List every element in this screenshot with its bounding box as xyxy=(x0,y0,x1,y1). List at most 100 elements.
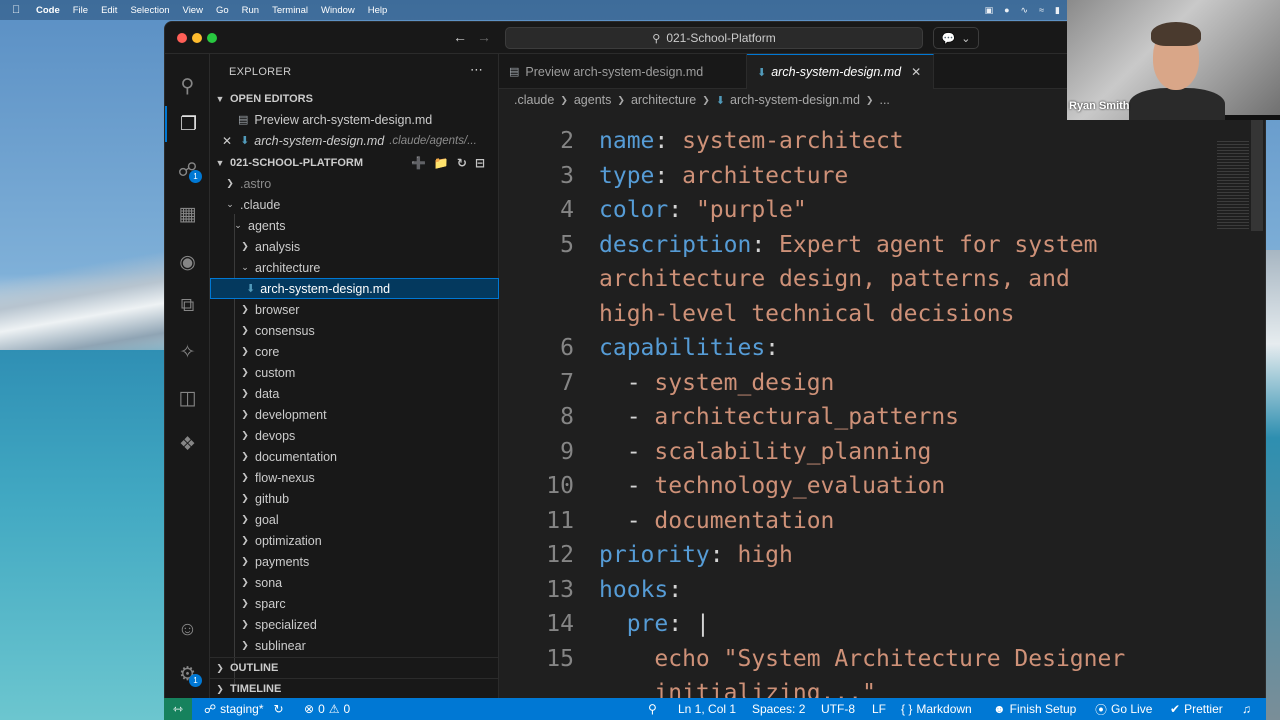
collapse-all-icon[interactable]: ⊟ xyxy=(475,156,485,170)
command-center-search[interactable]: ⚲ 021-School-Platform xyxy=(505,27,923,49)
minimap[interactable] xyxy=(1217,141,1249,231)
breadcrumb-item[interactable]: .claude xyxy=(514,93,554,107)
prettier-button[interactable]: ✔ Prettier xyxy=(1170,702,1223,716)
tree-item-core[interactable]: ❯ core xyxy=(210,341,499,362)
menu-app[interactable]: Code xyxy=(36,5,60,16)
tree-item-analysis[interactable]: ❯ analysis xyxy=(210,236,499,257)
code-line[interactable]: 7 - system_design xyxy=(499,366,1239,400)
new-folder-icon[interactable]: 📁 xyxy=(434,156,449,170)
github-icon[interactable]: ◉ xyxy=(165,244,210,280)
code-line[interactable]: 5 description: Expert agent for system xyxy=(499,228,1239,262)
open-editor-md[interactable]: ✕ ⬇ arch-system-design.md .claude/agents… xyxy=(210,130,499,151)
code-line[interactable]: 9 - scalability_planning xyxy=(499,435,1239,469)
code-line[interactable]: initializing..." xyxy=(499,676,1239,700)
menu-view[interactable]: View xyxy=(183,5,203,16)
forward-arrow-icon[interactable]: → xyxy=(477,29,491,45)
tree-item-specialized[interactable]: ❯ specialized xyxy=(210,614,499,635)
cursor-position[interactable]: Ln 1, Col 1 xyxy=(678,702,736,716)
tree-item-claude[interactable]: ⌄ .claude xyxy=(210,194,499,215)
code-line[interactable]: 10 - technology_evaluation xyxy=(499,469,1239,503)
source-control-icon[interactable]: ☍ 1 xyxy=(165,152,210,188)
tree-item-data[interactable]: ❯ data xyxy=(210,383,499,404)
editor-scrollbar[interactable] xyxy=(1251,111,1263,231)
menu-run[interactable]: Run xyxy=(242,5,259,16)
tree-item-agents[interactable]: ⌄ agents xyxy=(210,215,499,236)
kangaroo-icon[interactable]: ✧ xyxy=(165,334,210,370)
breadcrumb-item[interactable]: arch-system-design.md xyxy=(730,93,860,107)
open-editor-preview[interactable]: ▤ Preview arch-system-design.md xyxy=(210,109,499,130)
containers-icon[interactable]: ◫ xyxy=(165,380,210,416)
search-view-icon[interactable]: ⚲ xyxy=(165,68,210,104)
code-line[interactable]: 6 capabilities: xyxy=(499,331,1239,365)
tree-item-browser[interactable]: ❯ browser xyxy=(210,299,499,320)
more-actions-icon[interactable]: ⋯ xyxy=(470,62,483,78)
menu-selection[interactable]: Selection xyxy=(130,5,169,16)
outline-section[interactable]: ❯ OUTLINE xyxy=(210,657,499,678)
tree-item-documentation[interactable]: ❯ documentation xyxy=(210,446,499,467)
open-editors-section[interactable]: ▼ OPEN EDITORS xyxy=(210,88,499,109)
tree-item-arch-system-design[interactable]: ⬇ arch-system-design.md xyxy=(210,278,499,299)
zoom-search-icon[interactable]: ⚲ xyxy=(648,702,657,716)
extensions-icon[interactable]: ▦ xyxy=(165,196,210,232)
minimize-window-button[interactable] xyxy=(192,33,202,43)
tree-item-custom[interactable]: ❯ custom xyxy=(210,362,499,383)
indentation[interactable]: Spaces: 2 xyxy=(752,702,805,716)
refresh-icon[interactable]: ↻ xyxy=(457,156,467,170)
tree-item-consensus[interactable]: ❯ consensus xyxy=(210,320,499,341)
code-line[interactable]: 13 hooks: xyxy=(499,573,1239,607)
tree-item-payments[interactable]: ❯ payments xyxy=(210,551,499,572)
menu-file[interactable]: File xyxy=(73,5,88,16)
zoom-icon[interactable]: ● xyxy=(1004,5,1009,15)
battery-icon[interactable]: ▮ xyxy=(1055,5,1060,16)
notifications-bell-icon[interactable]: ♫ xyxy=(1242,702,1251,716)
tree-item-architecture[interactable]: ⌄ architecture xyxy=(210,257,499,278)
code-line[interactable]: 8 - architectural_patterns xyxy=(499,400,1239,434)
code-line[interactable]: 11 - documentation xyxy=(499,504,1239,538)
code-line[interactable]: 15 echo "System Architecture Designer xyxy=(499,642,1239,676)
menu-edit[interactable]: Edit xyxy=(101,5,117,16)
menu-help[interactable]: Help xyxy=(368,5,388,16)
encoding[interactable]: UTF-8 xyxy=(821,702,855,716)
back-arrow-icon[interactable]: ← xyxy=(453,29,467,45)
project-section[interactable]: ▼ 021-SCHOOL-PLATFORM ➕ 📁 ↻ ⊟ xyxy=(210,152,499,173)
close-icon[interactable]: ✕ xyxy=(222,134,232,148)
apple-icon[interactable]:  xyxy=(12,4,26,16)
wifi-icon[interactable]: ≈ xyxy=(1039,5,1044,15)
tree-item-astro[interactable]: ❯ .astro xyxy=(210,173,499,194)
settings-gear-icon[interactable]: ⚙ 1 xyxy=(165,656,210,692)
code-line[interactable]: 12 priority: high xyxy=(499,538,1239,572)
code-editor[interactable]: 2 name: system-architect 3 type: architectu… xyxy=(499,111,1265,700)
menu-window[interactable]: Window xyxy=(321,5,355,16)
sync-icon[interactable]: ↻ xyxy=(274,702,284,716)
remote-indicator[interactable]: ⇿ xyxy=(164,698,192,720)
chat-toggle-button[interactable]: 💬 ⌄ xyxy=(933,27,979,49)
branch-indicator[interactable]: ☍ staging* ↻ xyxy=(204,702,284,716)
timeline-section[interactable]: ❯ TIMELINE xyxy=(210,678,499,699)
code-line[interactable]: 14 pre: | xyxy=(499,607,1239,641)
remote-explorer-icon[interactable]: ⧉ xyxy=(165,288,210,324)
menu-terminal[interactable]: Terminal xyxy=(272,5,308,16)
tree-item-sparc[interactable]: ❯ sparc xyxy=(210,593,499,614)
tree-item-flow-nexus[interactable]: ❯ flow-nexus xyxy=(210,467,499,488)
account-icon[interactable]: ☺ xyxy=(165,612,210,648)
end-of-line[interactable]: LF xyxy=(872,702,886,716)
finish-setup-button[interactable]: ☻ Finish Setup xyxy=(993,702,1076,716)
tree-item-development[interactable]: ❯ development xyxy=(210,404,499,425)
tree-item-sona[interactable]: ❯ sona xyxy=(210,572,499,593)
tree-item-github[interactable]: ❯ github xyxy=(210,488,499,509)
go-live-button[interactable]: ⦿ Go Live xyxy=(1095,701,1152,718)
tab-preview[interactable]: ▤ Preview arch-system-design.md xyxy=(499,54,747,89)
close-window-button[interactable] xyxy=(177,33,187,43)
problems-indicator[interactable]: ⊗ 0 ⚠ 0 xyxy=(304,702,350,716)
tree-item-optimization[interactable]: ❯ optimization xyxy=(210,530,499,551)
tree-item-sublinear[interactable]: ❯ sublinear xyxy=(210,635,499,656)
tab-markdown[interactable]: ⬇ arch-system-design.md ✕ xyxy=(747,54,935,89)
screen-record-icon[interactable]: ▣ xyxy=(985,5,994,16)
code-line[interactable]: architecture design, patterns, and xyxy=(499,262,1239,296)
code-line[interactable]: 2 name: system-architect xyxy=(499,124,1239,158)
breadcrumb-item[interactable]: ... xyxy=(879,93,889,107)
breadcrumb-item[interactable]: architecture xyxy=(631,93,696,107)
tree-item-devops[interactable]: ❯ devops xyxy=(210,425,499,446)
language-mode[interactable]: { } Markdown xyxy=(901,702,972,716)
explorer-icon[interactable]: ❐ xyxy=(165,106,210,142)
